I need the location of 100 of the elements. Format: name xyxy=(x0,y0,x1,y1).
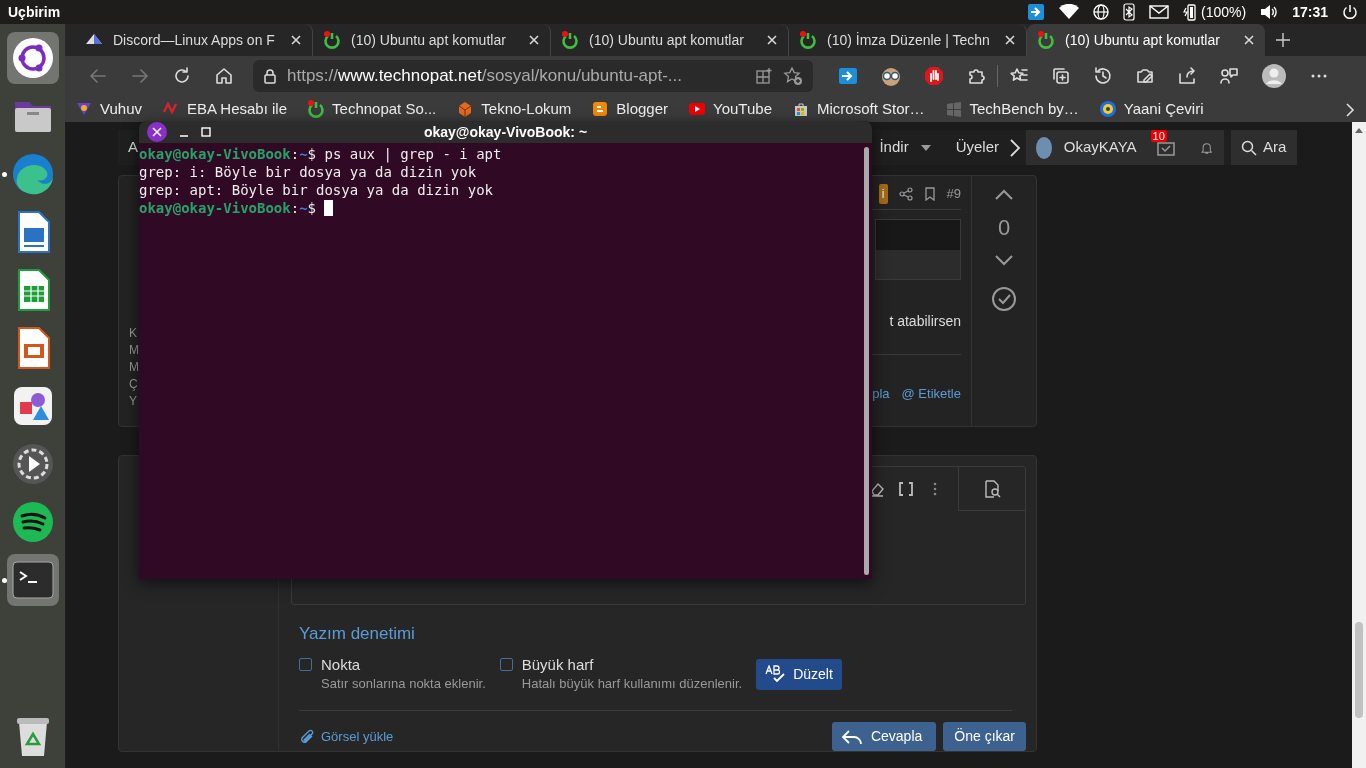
action-link[interactable]: @ Etiketle xyxy=(901,384,961,404)
nav-link[interactable]: Üyeler xyxy=(955,136,999,159)
back-icon[interactable] xyxy=(88,66,108,86)
option-hint: Hatalı büyük harf kullanımı düzenlenir. xyxy=(521,674,743,693)
window-title: okay@okay-VivoBook: ~ xyxy=(423,122,588,142)
browser-tab[interactable]: (10) Ubuntu apt komutlar xyxy=(1027,24,1265,56)
close-icon[interactable] xyxy=(290,34,302,46)
checkbox[interactable] xyxy=(499,657,513,671)
screenshot-icon[interactable] xyxy=(1135,66,1155,86)
stop-hand-icon[interactable] xyxy=(924,66,944,86)
user-info-text: K xyxy=(129,325,138,342)
close-icon[interactable] xyxy=(1004,34,1016,46)
notification-count: 10 xyxy=(1150,130,1167,143)
scroll-up-icon[interactable] xyxy=(1355,128,1363,133)
bookmark-link[interactable]: Tekno-Lokum xyxy=(481,97,572,121)
option-hint: Satır sonlarına nokta eklenir. xyxy=(321,674,486,693)
scrollbar[interactable] xyxy=(864,147,869,575)
power-icon[interactable] xyxy=(1342,4,1358,20)
feature-button[interactable]: Öne çıkar xyxy=(943,722,1026,751)
power-ring-icon xyxy=(323,31,341,49)
clock[interactable]: 17:31 xyxy=(1292,1,1328,23)
target-icon xyxy=(1098,100,1117,118)
share-icon[interactable] xyxy=(1177,66,1197,86)
post-number[interactable]: #9 xyxy=(946,183,961,204)
bookmark-link[interactable]: Blogger xyxy=(616,97,669,121)
search-icon[interactable] xyxy=(1241,139,1257,156)
history-icon[interactable] xyxy=(1093,66,1113,86)
scrollbar[interactable] xyxy=(1352,122,1366,768)
bluetooth-icon[interactable] xyxy=(1123,3,1136,21)
bookmark-icon[interactable] xyxy=(923,186,936,201)
arrow-app-icon[interactable] xyxy=(838,66,858,86)
window-flag-icon xyxy=(944,100,963,118)
wifi-icon[interactable] xyxy=(1059,4,1080,20)
checkbox[interactable] xyxy=(299,657,312,671)
bookmark-link[interactable]: Yaani Çeviri xyxy=(1123,97,1204,121)
avatar[interactable] xyxy=(1036,136,1052,159)
user-info-text: M xyxy=(129,342,140,359)
bookmark-link[interactable]: EBA Hesabı ile xyxy=(187,97,288,121)
preview-icon[interactable] xyxy=(983,479,1001,498)
forward-icon[interactable] xyxy=(130,66,150,86)
more-vertical-icon[interactable] xyxy=(932,481,938,497)
nav-link[interactable]: İndir xyxy=(879,136,909,159)
star-plus-icon[interactable] xyxy=(783,66,803,86)
power-ring-icon xyxy=(561,31,579,49)
close-icon[interactable] xyxy=(528,34,540,46)
bookmark-link[interactable]: TechBench by… xyxy=(969,97,1079,121)
lock-icon[interactable] xyxy=(263,68,277,84)
inbox-icon[interactable] xyxy=(1156,140,1175,157)
chevron-right-icon[interactable] xyxy=(1009,137,1021,158)
close-icon[interactable] xyxy=(147,122,167,142)
glasses-face-icon[interactable] xyxy=(880,66,902,86)
close-icon[interactable] xyxy=(1243,34,1255,46)
close-icon[interactable] xyxy=(766,34,778,46)
play-logo-icon xyxy=(688,100,707,118)
bookmark-link[interactable]: Vuhuv xyxy=(100,97,142,121)
avatar-icon[interactable] xyxy=(1261,63,1287,89)
prompt-line: okay@okay-VivoBook:~$ xyxy=(139,199,318,217)
feedback-icon[interactable] xyxy=(1219,66,1239,86)
battery-icon[interactable] xyxy=(1183,3,1198,21)
bookmark-link[interactable]: Microsoft Stor… xyxy=(817,97,925,121)
option-label[interactable]: Büyük harf xyxy=(521,654,743,674)
fix-button[interactable]: Düzelt xyxy=(756,658,842,690)
output-line: grep: i: Böyle bir dosya ya da dizin yok xyxy=(139,163,477,181)
power-ring-icon xyxy=(307,100,326,118)
option-label[interactable]: Nokta xyxy=(321,654,486,674)
scrollbar-thumb[interactable] xyxy=(1355,622,1363,718)
maximize-icon[interactable] xyxy=(201,127,211,137)
section-title: Yazım denetimi xyxy=(299,623,416,645)
eraser-icon[interactable] xyxy=(869,481,885,497)
action-link[interactable]: pla xyxy=(872,384,890,404)
address-field[interactable]: https://www.technopat.net/sosyal/konu/ubuntu-apt-... xyxy=(253,60,813,92)
check-circle-icon[interactable] xyxy=(991,286,1017,312)
chevron-right-icon[interactable] xyxy=(1344,101,1356,118)
collections-icon[interactable] xyxy=(1051,66,1071,86)
downvote-icon[interactable] xyxy=(994,254,1014,266)
user-info-text: Ç xyxy=(129,376,139,393)
home-icon[interactable] xyxy=(214,66,234,86)
power-ring-icon xyxy=(799,31,817,49)
nav-link[interactable]: A xyxy=(128,136,138,159)
split-screen-icon[interactable] xyxy=(755,67,773,85)
arrow-app-icon[interactable] xyxy=(1027,3,1046,21)
reload-icon[interactable] xyxy=(172,66,192,86)
app-title[interactable]: Uçbirim xyxy=(8,1,61,23)
bookmark-link[interactable]: YouTube xyxy=(713,97,772,121)
battery-percentage: (100%) xyxy=(1201,2,1247,22)
upload-link[interactable]: Görsel yükle xyxy=(321,726,394,747)
speaker-icon[interactable] xyxy=(1260,4,1279,20)
mail-icon[interactable] xyxy=(1149,5,1170,19)
puzzle-icon[interactable] xyxy=(966,66,986,86)
reply-arrow-icon xyxy=(840,728,863,745)
upvote-icon[interactable] xyxy=(994,189,1014,201)
user-name[interactable]: OkayKAYA xyxy=(1063,136,1137,159)
caret-icon[interactable] xyxy=(919,143,932,152)
new-tab-icon[interactable] xyxy=(1275,32,1291,48)
globe-icon[interactable] xyxy=(1093,4,1110,20)
paperclip-icon xyxy=(299,728,315,745)
reply-button[interactable]: Cevapla xyxy=(831,722,937,751)
brackets-icon[interactable] xyxy=(898,481,914,497)
share-icon[interactable] xyxy=(898,186,913,201)
bookmark-link[interactable]: Technopat So... xyxy=(332,97,437,121)
